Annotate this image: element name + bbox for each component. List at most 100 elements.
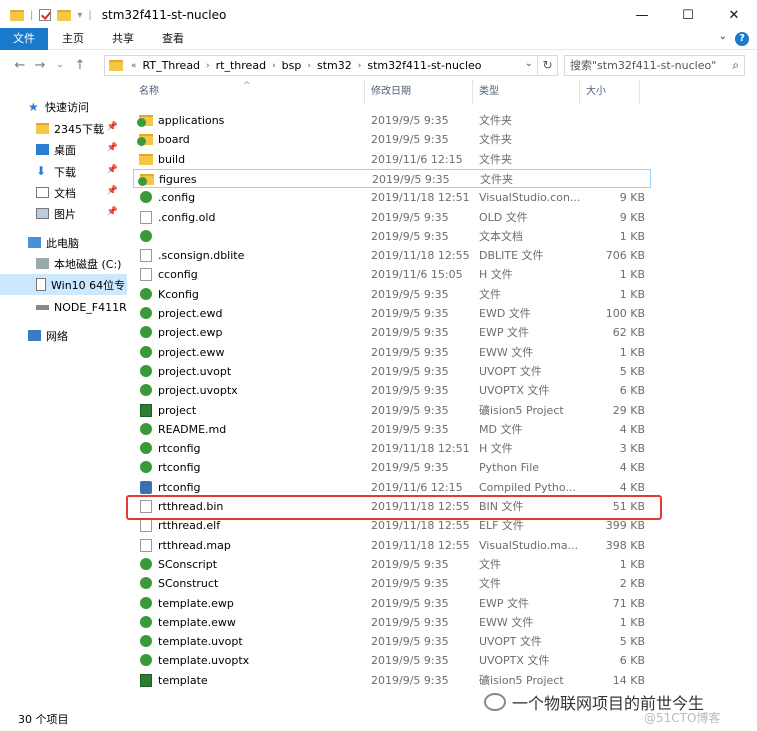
- breadcrumb-stm32[interactable]: stm32: [313, 59, 356, 72]
- table-row[interactable]: project 2019/9/5 9:35 礦ision5 Project 29 KB: [133, 401, 651, 420]
- forward-icon[interactable]: →: [30, 58, 50, 73]
- address-overflow[interactable]: «: [129, 61, 139, 71]
- breadcrumb-rt-thread[interactable]: RT_Thread: [139, 59, 205, 72]
- nav-drive-node[interactable]: NODE_F411R: [0, 297, 127, 318]
- search-icon[interactable]: ⌕: [732, 56, 739, 75]
- desktop-icon: [36, 144, 49, 155]
- file-icon: [140, 210, 152, 224]
- folder-icon: [138, 173, 154, 186]
- nav-quick-access[interactable]: ★ 快速访问: [0, 96, 127, 117]
- nav-item-documents[interactable]: 文档 📌: [0, 182, 127, 203]
- table-row[interactable]: project.ewp 2019/9/5 9:35 EWP 文件 62 KB: [133, 323, 651, 342]
- file-name: README.md: [158, 422, 227, 436]
- nav-item-pictures[interactable]: 图片 📌: [0, 203, 127, 224]
- table-row[interactable]: template.uvopt 2019/9/5 9:35 UVOPT 文件 5 KB: [133, 632, 651, 651]
- file-type: 礦ision5 Project: [479, 673, 564, 687]
- table-row[interactable]: SConscript 2019/9/5 9:35 文件 1 KB: [133, 555, 651, 574]
- table-row[interactable]: board 2019/9/5 9:35 文件夹: [133, 130, 651, 149]
- nav-item-2345-download[interactable]: 2345下载 📌: [0, 118, 127, 139]
- table-row[interactable]: project.ewd 2019/9/5 9:35 EWD 文件 100 KB: [133, 304, 651, 323]
- file-type: 文件夹: [480, 172, 513, 186]
- chevron-down-icon[interactable]: ⌄: [525, 58, 533, 69]
- table-row[interactable]: Kconfig 2019/9/5 9:35 文件 1 KB: [133, 285, 651, 304]
- table-row[interactable]: README.md 2019/9/5 9:35 MD 文件 4 KB: [133, 420, 651, 439]
- nav-item-desktop[interactable]: 桌面 📌: [0, 139, 127, 160]
- back-icon[interactable]: ←: [10, 58, 30, 73]
- breadcrumb-current[interactable]: stm32f411-st-nucleo: [363, 59, 485, 72]
- sort-ascending-icon: ^: [243, 81, 251, 91]
- table-row[interactable]: figures 2019/9/5 9:35 文件夹: [133, 168, 651, 188]
- table-row[interactable]: template.ewp 2019/9/5 9:35 EWP 文件 71 KB: [133, 594, 651, 613]
- table-row[interactable]: cconfig 2019/11/6 15:05 H 文件 1 KB: [133, 265, 651, 284]
- folder-icon: [137, 115, 153, 127]
- file-size: [585, 130, 645, 149]
- customize-toolbar-icon[interactable]: ▾: [77, 10, 82, 21]
- table-row[interactable]: project.uvoptx 2019/9/5 9:35 UVOPTX 文件 6 KB: [133, 381, 651, 400]
- table-row[interactable]: build 2019/11/6 12:15 文件夹: [133, 150, 651, 169]
- nav-drive-win10[interactable]: Win10 64位专: [0, 274, 127, 295]
- nav-item-downloads[interactable]: ⬇ 下载 📌: [0, 161, 127, 182]
- address-bar[interactable]: « RT_Thread › rt_thread › bsp › stm32 › …: [104, 55, 538, 76]
- close-button[interactable]: ✕: [711, 0, 757, 30]
- column-header-date[interactable]: 修改日期: [365, 80, 473, 104]
- table-row[interactable]: .config 2019/11/18 12:51 VisualStudio.con.…: [133, 188, 651, 207]
- file-date: 2019/11/6 15:05: [371, 268, 463, 282]
- documents-icon: [36, 187, 49, 198]
- breadcrumb-bsp[interactable]: bsp: [278, 59, 306, 72]
- table-row[interactable]: rtconfig 2019/9/5 9:35 Python File 4 KB: [133, 458, 651, 477]
- file-icon: [140, 268, 152, 282]
- column-header-name[interactable]: 名称 ^: [133, 80, 365, 104]
- vertical-scrollbar[interactable]: [745, 80, 757, 706]
- column-header-size[interactable]: 大小: [580, 80, 640, 104]
- chevron-right-icon[interactable]: ›: [356, 61, 364, 71]
- folder-icon[interactable]: [10, 9, 24, 21]
- chevron-right-icon[interactable]: ›: [270, 61, 278, 71]
- table-row[interactable]: template.uvoptx 2019/9/5 9:35 UVOPTX 文件 6 K…: [133, 651, 651, 670]
- file-size: 706 KB: [605, 249, 645, 263]
- chevron-right-icon[interactable]: ›: [305, 61, 313, 71]
- file-date: 2019/9/5 9:35: [371, 557, 449, 571]
- refresh-icon[interactable]: ↻: [538, 55, 558, 76]
- table-row[interactable]: rtconfig 2019/11/6 12:15 Compiled Pytho...…: [133, 478, 651, 497]
- file-size: [585, 150, 645, 169]
- file-size: 5 KB: [619, 635, 645, 649]
- minimize-button[interactable]: —: [619, 0, 665, 30]
- table-row[interactable]: 2019/9/5 9:35 文本文档 1 KB: [133, 227, 651, 246]
- file-type: UVOPTX 文件: [479, 654, 550, 668]
- file-type: 文本文档: [479, 229, 523, 243]
- table-row[interactable]: .config.old 2019/9/5 9:35 OLD 文件 9 KB: [133, 208, 651, 227]
- file-date: 2019/9/5 9:35: [371, 133, 449, 147]
- table-row[interactable]: applications 2019/9/5 9:35 文件夹: [133, 111, 651, 130]
- nav-network[interactable]: 网络: [0, 325, 127, 346]
- table-row[interactable]: SConstruct 2019/9/5 9:35 文件 2 KB: [133, 574, 651, 593]
- table-row[interactable]: project.eww 2019/9/5 9:35 EWW 文件 1 KB: [133, 343, 651, 362]
- file-type: OLD 文件: [479, 210, 528, 224]
- table-row[interactable]: project.uvopt 2019/9/5 9:35 UVOPT 文件 5 KB: [133, 362, 651, 381]
- highlight-annotation: [126, 495, 662, 520]
- new-folder-icon[interactable]: [57, 9, 72, 21]
- file-date: 2019/9/5 9:35: [371, 326, 449, 340]
- tab-file[interactable]: 文件: [0, 27, 48, 50]
- table-row[interactable]: template.eww 2019/9/5 9:35 EWW 文件 1 KB: [133, 613, 651, 632]
- help-icon[interactable]: ?: [735, 32, 749, 46]
- breadcrumb-rt-thread-sub[interactable]: rt_thread: [212, 59, 270, 72]
- nav-drive-c[interactable]: 本地磁盘 (C:): [0, 253, 127, 274]
- file-icon: [140, 557, 152, 570]
- table-row[interactable]: rtthread.map 2019/11/18 12:55 VisualStudio…: [133, 536, 651, 555]
- recent-locations-icon[interactable]: ⌄: [50, 60, 70, 70]
- maximize-button[interactable]: ☐: [665, 0, 711, 30]
- table-row[interactable]: .sconsign.dblite 2019/11/18 12:55 DBLITE 文…: [133, 246, 651, 265]
- file-name: project.ewp: [158, 326, 223, 340]
- nav-this-pc[interactable]: 此电脑: [0, 232, 127, 253]
- chevron-right-icon[interactable]: ›: [204, 61, 212, 71]
- tab-view[interactable]: 查看: [148, 28, 198, 50]
- search-input[interactable]: 搜索"stm32f411-st-nucleo" ⌕: [564, 55, 745, 76]
- tab-home[interactable]: 主页: [48, 28, 98, 50]
- expand-ribbon-icon[interactable]: ⌄: [719, 31, 727, 42]
- column-header-type[interactable]: 类型: [473, 80, 580, 104]
- properties-icon[interactable]: [39, 9, 52, 21]
- tab-share[interactable]: 共享: [98, 28, 148, 50]
- table-row[interactable]: template 2019/9/5 9:35 礦ision5 Project 14 K…: [133, 671, 651, 690]
- up-icon[interactable]: ↑: [70, 58, 90, 73]
- table-row[interactable]: rtconfig 2019/11/18 12:51 H 文件 3 KB: [133, 439, 651, 458]
